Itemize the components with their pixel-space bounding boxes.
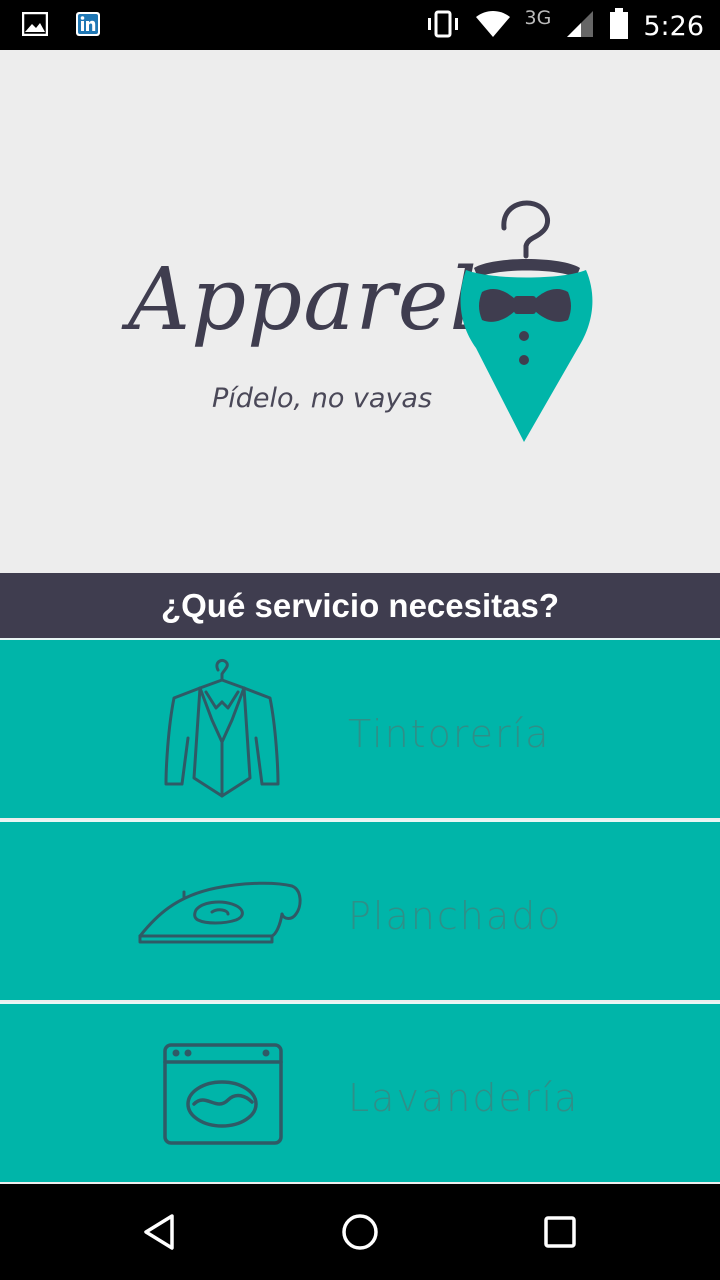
home-icon[interactable] xyxy=(336,1208,384,1256)
vibrate-icon xyxy=(425,10,461,42)
suit-icon xyxy=(160,658,286,806)
brand-name: Apparel xyxy=(128,250,478,350)
service-label: Planchado xyxy=(348,894,563,938)
recents-icon[interactable] xyxy=(536,1208,584,1256)
service-label: Lavandería xyxy=(348,1076,580,1120)
logo-tuxedo-icon xyxy=(452,198,602,452)
clock: 5:26 xyxy=(643,10,704,42)
service-planchado[interactable]: Planchado xyxy=(0,820,720,1000)
battery-icon xyxy=(609,8,629,44)
system-nav-bar xyxy=(0,1184,720,1280)
status-bar: 3G 5:26 xyxy=(0,0,720,50)
image-icon xyxy=(21,11,49,40)
logo-area: Apparel Pídelo, no vayas xyxy=(0,50,720,573)
washing-machine-icon xyxy=(162,1042,284,1150)
network-type: 3G xyxy=(524,7,552,29)
iron-icon xyxy=(136,876,312,952)
back-icon[interactable] xyxy=(136,1208,184,1256)
linkedin-icon xyxy=(76,12,100,40)
brand-tagline: Pídelo, no vayas xyxy=(212,383,433,414)
signal-icon xyxy=(565,9,595,43)
service-lavanderia[interactable]: Lavandería xyxy=(0,1002,720,1182)
service-tintoreria[interactable]: Tintorería xyxy=(0,638,720,818)
service-label: Tintorería xyxy=(348,712,551,756)
wifi-icon xyxy=(475,10,511,42)
section-header: ¿Qué servicio necesitas? xyxy=(0,573,720,638)
